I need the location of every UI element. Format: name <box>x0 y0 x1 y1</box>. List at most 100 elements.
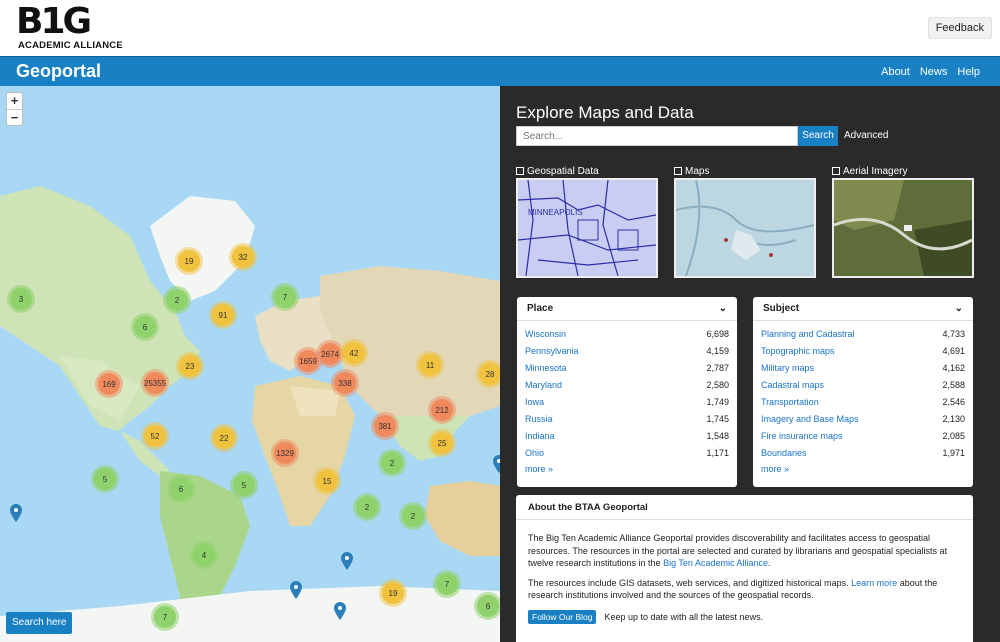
category-maps[interactable]: Maps <box>674 164 816 278</box>
map-cluster[interactable]: 5 <box>94 468 116 490</box>
follow-blog-button[interactable]: Follow Our Blog <box>528 609 597 624</box>
facet-item[interactable]: Topographic maps 4,691 <box>761 342 965 359</box>
map-cluster[interactable]: 381 <box>374 415 396 437</box>
geospatial-data-icon <box>516 167 524 175</box>
map-cluster[interactable]: 91 <box>212 304 234 326</box>
search-input[interactable] <box>516 126 798 146</box>
facet-item[interactable]: Imagery and Base Maps 2,130 <box>761 410 965 427</box>
map-cluster[interactable]: 338 <box>334 372 356 394</box>
category-geospatial-data[interactable]: Geospatial Data MINNEAPOLIS <box>516 164 658 278</box>
explore-title: Explore Maps and Data <box>516 103 694 122</box>
nav-link-about[interactable]: About <box>881 66 910 78</box>
map-cluster[interactable]: 169 <box>98 373 120 395</box>
map-cluster[interactable]: 7 <box>274 286 296 308</box>
geoportal-brand[interactable]: Geoportal <box>16 61 101 82</box>
map-cluster[interactable]: 15 <box>316 470 338 492</box>
category-label: Aerial Imagery <box>843 165 908 177</box>
aerial-imagery-thumbnail[interactable] <box>832 178 974 278</box>
top-header: B1G ACADEMIC ALLIANCE Feedback <box>0 0 1000 56</box>
advanced-search-link[interactable]: Advanced <box>844 130 888 141</box>
facet-item[interactable]: Pennsylvania 4,159 <box>525 342 729 359</box>
map-marker-icon[interactable] <box>341 552 353 570</box>
search-here-button[interactable]: Search here <box>6 612 73 634</box>
map-cluster[interactable]: 2 <box>402 505 424 527</box>
map-cluster[interactable]: 1329 <box>274 442 296 464</box>
blog-row: Follow Our Blog Keep up to date with all… <box>516 609 973 624</box>
map-cluster[interactable]: 1659 <box>297 350 319 372</box>
about-title: About the BTAA Geoportal <box>516 495 973 520</box>
navbar: Geoportal About News Help <box>0 56 1000 86</box>
map-cluster[interactable]: 2 <box>166 289 188 311</box>
subject-facet-header[interactable]: Subject ⌄ <box>753 297 973 321</box>
map-marker-icon[interactable] <box>290 581 302 599</box>
map-cluster[interactable]: 3 <box>10 288 32 310</box>
geospatial-data-thumbnail[interactable]: MINNEAPOLIS <box>516 178 658 278</box>
map-cluster[interactable]: 28 <box>479 363 500 385</box>
facet-item[interactable]: Ohio 1,171 <box>525 444 729 461</box>
map-cluster[interactable]: 52 <box>144 425 166 447</box>
zoom-control: + − <box>6 92 23 126</box>
map-marker-icon[interactable] <box>493 455 500 473</box>
chevron-down-icon[interactable]: ⌄ <box>719 303 727 314</box>
map-cluster[interactable]: 23 <box>179 355 201 377</box>
place-facet-header[interactable]: Place ⌄ <box>517 297 737 321</box>
facet-item[interactable]: Indiana 1,548 <box>525 427 729 444</box>
feedback-button[interactable]: Feedback <box>927 17 992 39</box>
maps-thumbnail[interactable] <box>674 178 816 278</box>
map-cluster[interactable]: 212 <box>431 399 453 421</box>
category-label: Maps <box>685 165 710 177</box>
facet-item[interactable]: Military maps 4,162 <box>761 359 965 376</box>
about-paragraph-2: The resources include GIS datasets, web … <box>528 577 938 601</box>
facet-item[interactable]: Wisconsin 6,698 <box>525 325 729 342</box>
map-marker-icon[interactable] <box>10 504 22 522</box>
map-marker-icon[interactable] <box>334 602 346 620</box>
zoom-out-button[interactable]: − <box>7 109 22 125</box>
subject-facet: Subject ⌄ Planning and Cadastral 4,733 To… <box>753 297 973 487</box>
map-cluster[interactable]: 6 <box>134 316 156 338</box>
place-more-link[interactable]: more » <box>517 461 737 477</box>
learn-more-link[interactable]: Learn more <box>851 578 897 588</box>
facet-item[interactable]: Iowa 1,749 <box>525 393 729 410</box>
map-cluster[interactable]: 7 <box>436 573 458 595</box>
map-cluster[interactable]: 19 <box>382 582 404 604</box>
map-cluster[interactable]: 7 <box>154 606 176 628</box>
search-button[interactable]: Search <box>798 126 838 146</box>
map-cluster[interactable]: 19 <box>178 250 200 272</box>
facet-item[interactable]: Cadastral maps 2,588 <box>761 376 965 393</box>
map-cluster[interactable]: 6 <box>477 595 499 617</box>
big-ten-link[interactable]: Big Ten Academic Alliance <box>663 558 768 568</box>
subject-more-link[interactable]: more » <box>753 461 973 477</box>
map-cluster[interactable]: 32 <box>232 246 254 268</box>
facet-item[interactable]: Maryland 2,580 <box>525 376 729 393</box>
map-cluster[interactable]: 6 <box>170 478 192 500</box>
map-cluster[interactable]: 2674 <box>319 343 341 365</box>
map-cluster[interactable]: 22 <box>213 427 235 449</box>
about-panel: About the BTAA Geoportal The Big Ten Aca… <box>516 495 973 642</box>
logo-wordmark: B1G <box>16 1 92 42</box>
map-cluster[interactable]: 2 <box>356 496 378 518</box>
place-facet: Place ⌄ Wisconsin 6,698 Pennsylvania 4,159… <box>517 297 737 487</box>
nav-links: About News Help <box>881 66 980 78</box>
facet-item[interactable]: Planning and Cadastral 4,733 <box>761 325 965 342</box>
facet-item[interactable]: Transportation 2,546 <box>761 393 965 410</box>
about-paragraph-1: The Big Ten Academic Alliance Geoportal … <box>528 533 948 568</box>
aerial-imagery-icon <box>832 167 840 175</box>
world-map[interactable]: + − 3 19 32 2 7 6 91 1659 2674 42 23 11 … <box>0 86 500 642</box>
map-cluster[interactable]: 25 <box>431 432 453 454</box>
nav-link-news[interactable]: News <box>920 66 948 78</box>
category-aerial-imagery[interactable]: Aerial Imagery <box>832 164 974 278</box>
zoom-in-button[interactable]: + <box>7 93 22 109</box>
facet-item[interactable]: Minnesota 2,787 <box>525 359 729 376</box>
nav-link-help[interactable]: Help <box>957 66 980 78</box>
map-cluster[interactable]: 5 <box>233 474 255 496</box>
map-cluster[interactable]: 11 <box>419 354 441 376</box>
map-cluster[interactable]: 25355 <box>144 372 166 394</box>
facet-item[interactable]: Fire insurance maps 2,085 <box>761 427 965 444</box>
facet-item[interactable]: Boundaries 1,971 <box>761 444 965 461</box>
map-cluster[interactable]: 2 <box>381 452 403 474</box>
big-ten-logo[interactable]: B1G ACADEMIC ALLIANCE <box>16 1 123 52</box>
chevron-down-icon[interactable]: ⌄ <box>955 303 963 314</box>
map-cluster[interactable]: 4 <box>193 544 215 566</box>
map-cluster[interactable]: 42 <box>343 342 365 364</box>
facet-item[interactable]: Russia 1,745 <box>525 410 729 427</box>
